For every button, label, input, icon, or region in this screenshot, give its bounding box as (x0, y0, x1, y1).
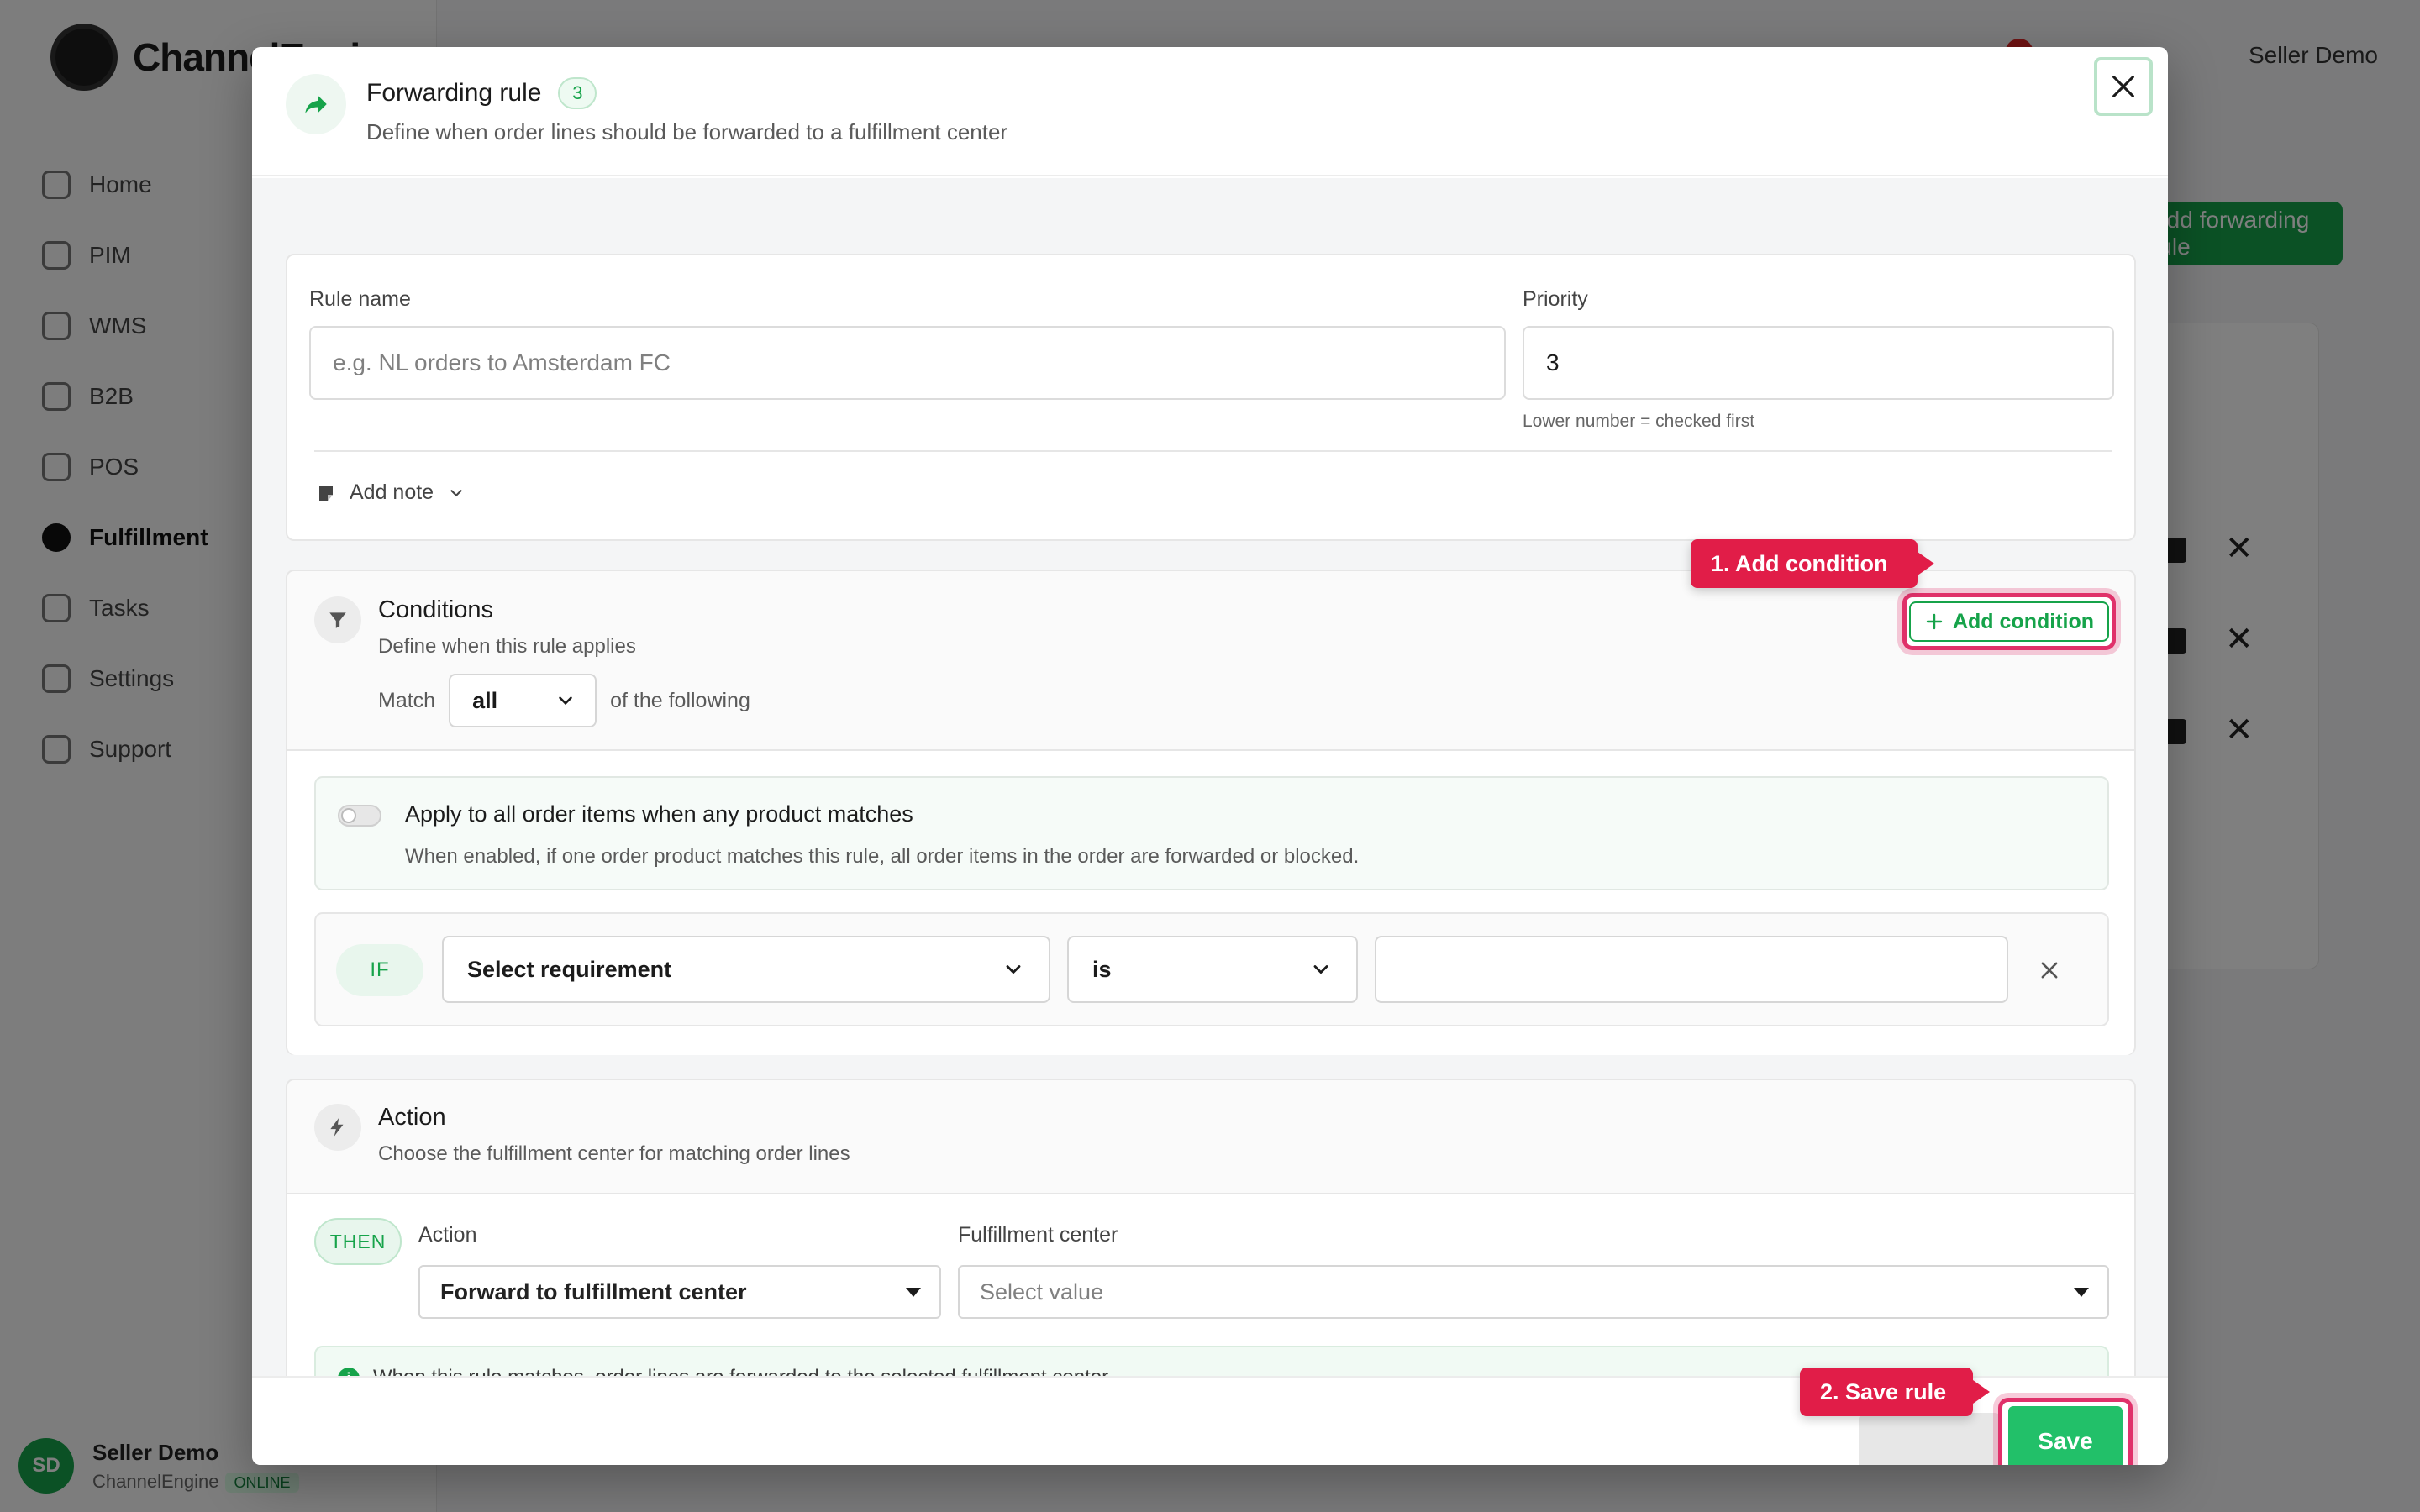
close-icon (2041, 962, 2058, 979)
match-select[interactable]: all (449, 674, 597, 727)
modal-title: Forwarding rule (366, 79, 542, 107)
caret-down-icon (906, 1287, 921, 1297)
modal-body[interactable]: Rule name e.g. NL orders to Amsterdam FC… (252, 178, 2168, 1376)
close-button[interactable] (2094, 57, 2153, 116)
conditions-card: Conditions Define when this rule applies… (286, 570, 2136, 1055)
forward-arrow-icon (286, 74, 346, 134)
rule-name-label: Rule name (309, 287, 411, 311)
action-title: Action (378, 1104, 446, 1131)
modal-header: Forwarding rule 3 Define when order line… (252, 47, 2168, 176)
info-icon: i (338, 1368, 360, 1376)
action-body: THEN Action Forward to fulfillment cente… (287, 1194, 2134, 1376)
action-label: Action (418, 1223, 477, 1247)
remove-condition-button[interactable] (2030, 951, 2069, 990)
then-badge: THEN (314, 1218, 402, 1265)
apply-all-box: Apply to all order items when any produc… (314, 776, 2109, 890)
if-badge: IF (336, 944, 424, 996)
conditions-title: Conditions (378, 596, 494, 623)
plus-icon (1926, 613, 1943, 630)
modal-subtitle: Define when order lines should be forwar… (366, 119, 1008, 144)
add-note-toggle[interactable]: Add note (316, 480, 466, 505)
apply-all-toggle[interactable] (338, 805, 381, 827)
caret-down-icon (2074, 1287, 2089, 1297)
note-icon (319, 485, 333, 501)
apply-all-title: Apply to all order items when any produc… (405, 801, 913, 827)
fulfillment-center-select[interactable]: Select value (958, 1265, 2109, 1319)
fulfillment-center-label: Fulfillment center (958, 1223, 1118, 1247)
priority-hint: Lower number = checked first (1523, 412, 1755, 431)
save-button[interactable]: Save (1998, 1398, 2133, 1465)
conditions-description: Define when this rule applies (378, 635, 636, 658)
apply-all-description: When enabled, if one order product match… (405, 845, 1360, 868)
condition-value-input[interactable] (1375, 936, 2008, 1003)
chevron-down-icon (1313, 965, 1328, 974)
action-description: Choose the fulfillment center for matchi… (378, 1142, 850, 1165)
rule-details-card: Rule name e.g. NL orders to Amsterdam FC… (286, 254, 2136, 541)
forwarding-rule-modal: Forwarding rule 3 Define when order line… (252, 47, 2168, 1465)
rule-count-badge: 3 (558, 77, 597, 109)
operator-select[interactable]: is (1067, 936, 1358, 1003)
tutorial-callout-add-condition: 1. Add condition (1691, 539, 1934, 588)
chevron-down-icon (1006, 965, 1021, 974)
lightning-icon (314, 1104, 361, 1151)
divider (314, 450, 2112, 452)
tutorial-callout-save-rule: 2. Save rule (1800, 1368, 1990, 1416)
cancel-button[interactable] (1859, 1413, 2002, 1465)
chevron-down-icon (559, 696, 572, 706)
filter-icon (314, 596, 361, 643)
conditions-body: Apply to all order items when any produc… (287, 751, 2134, 1055)
priority-input[interactable]: 3 (1523, 326, 2114, 400)
match-row: Match all of the following (378, 674, 750, 727)
priority-label: Priority (1523, 287, 1588, 311)
requirement-select[interactable]: Select requirement (442, 936, 1050, 1003)
chevron-down-icon (450, 489, 462, 496)
rule-name-input[interactable]: e.g. NL orders to Amsterdam FC (309, 326, 1506, 400)
action-select[interactable]: Forward to fulfillment center (418, 1265, 941, 1319)
action-card: Action Choose the fulfillment center for… (286, 1079, 2136, 1376)
condition-row: IF Select requirement is (314, 912, 2109, 1026)
add-condition-button[interactable]: Add condition (1902, 593, 2116, 650)
close-icon (2112, 76, 2134, 97)
